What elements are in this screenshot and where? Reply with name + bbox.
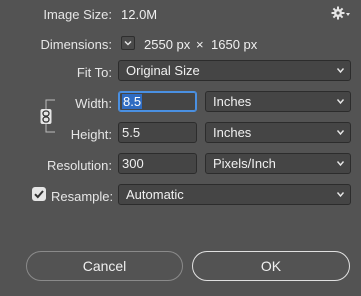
height-input[interactable]: 5.5 — [118, 122, 197, 143]
chevron-down-icon — [336, 99, 345, 105]
link-chain-icon — [40, 99, 55, 133]
height-unit-value: Inches — [213, 125, 252, 140]
image-size-value: 12.0M — [121, 7, 158, 22]
width-label: Width: — [75, 96, 112, 111]
resample-checkbox[interactable] — [32, 187, 46, 201]
fit-to-label: Fit To: — [76, 65, 112, 80]
checkmark-icon — [34, 190, 44, 199]
dimensions-times-sign: × — [196, 37, 204, 52]
resolution-unit-value: Pixels/Inch — [213, 156, 276, 171]
width-unit-select[interactable]: Inches — [205, 91, 351, 112]
resolution-value: 300 — [122, 156, 144, 171]
dimensions-width-value: 2550 px — [144, 37, 191, 52]
resample-value: Automatic — [126, 187, 184, 202]
resolution-input[interactable]: 300 — [118, 153, 197, 174]
fit-to-select[interactable]: Original Size — [118, 60, 351, 81]
dimensions-height-value: 1650 px — [211, 37, 258, 52]
resample-select[interactable]: Automatic — [118, 184, 351, 205]
fit-to-value: Original Size — [126, 63, 200, 78]
width-unit-value: Inches — [213, 94, 252, 109]
resolution-unit-select[interactable]: Pixels/Inch — [205, 153, 351, 174]
cancel-button[interactable]: Cancel — [26, 251, 183, 281]
chevron-down-icon — [124, 41, 132, 46]
image-size-label: Image Size: — [43, 7, 112, 22]
height-value: 5.5 — [122, 125, 141, 140]
gear-menu-button[interactable] — [331, 5, 351, 21]
chevron-down-icon — [336, 161, 345, 167]
resample-label: Resample: — [51, 189, 114, 204]
width-input[interactable]: 8.5 — [118, 91, 197, 112]
resolution-label: Resolution: — [46, 158, 112, 173]
chevron-down-icon — [336, 68, 345, 74]
dimensions-unit-menu[interactable] — [121, 36, 135, 50]
constrain-proportions-link[interactable] — [39, 96, 59, 136]
height-label: Height: — [70, 127, 112, 142]
gear-icon — [331, 6, 350, 20]
dimensions-label: Dimensions: — [40, 37, 112, 52]
ok-button[interactable]: OK — [192, 251, 350, 281]
width-value: 8.5 — [122, 94, 143, 109]
chevron-down-icon — [336, 192, 345, 198]
chevron-down-icon — [336, 130, 345, 136]
height-unit-select[interactable]: Inches — [205, 122, 351, 143]
